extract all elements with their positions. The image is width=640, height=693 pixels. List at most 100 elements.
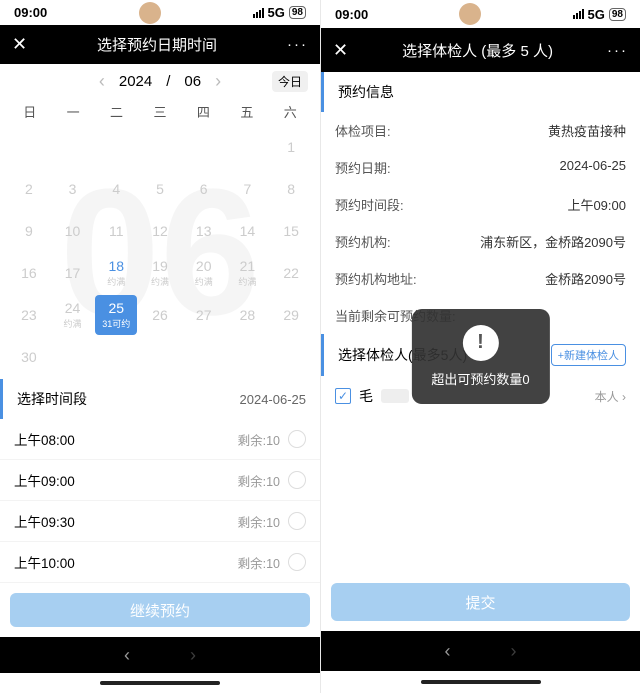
masked-name xyxy=(381,389,409,403)
timeslot-row[interactable]: 上午09:00剩余:10 xyxy=(0,460,320,501)
calendar-day[interactable]: 7 xyxy=(227,169,269,209)
calendar-day xyxy=(139,127,181,167)
home-indicator xyxy=(321,671,640,693)
status-time: 09:00 xyxy=(335,7,368,22)
more-icon[interactable]: ··· xyxy=(607,42,628,59)
radio-icon[interactable] xyxy=(288,471,306,489)
calendar-day[interactable]: 8 xyxy=(270,169,312,209)
toast-text: 超出可预约数量0 xyxy=(431,369,529,388)
calendar-day[interactable]: 13 xyxy=(183,211,225,251)
calendar-day xyxy=(183,127,225,167)
status-bar: 09:00 5G 98 xyxy=(0,0,320,25)
day-of-week-row: 日一二三四五六 xyxy=(0,98,320,125)
calendar-grid: 123456789101112131415161718约满19约满20约满21约… xyxy=(0,125,320,379)
header: ✕ 选择预约日期时间 ··· xyxy=(0,25,320,64)
calendar-day[interactable]: 14 xyxy=(227,211,269,251)
calendar-day[interactable]: 12 xyxy=(139,211,181,251)
info-section-header: 预约信息 xyxy=(321,72,640,112)
status-time: 09:00 xyxy=(14,5,47,20)
timeslot-list: 上午08:00剩余:10上午09:00剩余:10上午09:30剩余:10上午10… xyxy=(0,419,320,583)
calendar-day[interactable]: 6 xyxy=(183,169,225,209)
calendar-day[interactable]: 3 xyxy=(52,169,94,209)
calendar-month: 06 xyxy=(184,73,201,90)
phone-left: 09:00 5G 98 ✕ 选择预约日期时间 ··· ‹ 2024 / 06 ›… xyxy=(0,0,320,693)
network-label: 5G xyxy=(268,5,285,20)
radio-icon[interactable] xyxy=(288,430,306,448)
calendar-day[interactable]: 9 xyxy=(8,211,50,251)
calendar-day xyxy=(52,127,94,167)
checkbox-icon[interactable]: ✓ xyxy=(335,388,351,404)
toast: ! 超出可预约数量0 xyxy=(411,309,549,404)
more-icon[interactable]: ··· xyxy=(287,36,308,53)
nav-forward-icon[interactable]: › xyxy=(190,645,196,666)
header: ✕ 选择体检人 (最多 5 人) ··· xyxy=(321,28,640,72)
calendar-day[interactable]: 24约满 xyxy=(52,295,94,335)
home-indicator xyxy=(0,673,320,693)
status-avatar xyxy=(459,3,481,25)
calendar-day[interactable]: 30 xyxy=(8,337,50,377)
phone-right: 09:00 5G 98 ✕ 选择体检人 (最多 5 人) ··· 预约信息 体检… xyxy=(320,0,640,693)
timeslot-label: 选择时间段 xyxy=(17,389,87,409)
warning-icon: ! xyxy=(462,325,498,361)
continue-button[interactable]: 继续预约 xyxy=(10,593,310,627)
calendar-day[interactable]: 26 xyxy=(139,295,181,335)
prev-month-icon[interactable]: ‹ xyxy=(99,71,105,92)
calendar-day xyxy=(8,127,50,167)
calendar-day[interactable]: 2531可约 xyxy=(95,295,137,335)
nav-back-icon[interactable]: ‹ xyxy=(445,641,451,662)
calendar-day[interactable]: 22 xyxy=(270,253,312,293)
calendar-day[interactable]: 4 xyxy=(95,169,137,209)
calendar-day[interactable]: 2 xyxy=(8,169,50,209)
submit-button[interactable]: 提交 xyxy=(331,583,630,621)
calendar-day[interactable]: 29 xyxy=(270,295,312,335)
today-button[interactable]: 今日 xyxy=(272,71,308,92)
calendar-nav: ‹ 2024 / 06 › 今日 xyxy=(0,64,320,98)
person-name: 毛 xyxy=(359,386,373,406)
calendar-day xyxy=(95,127,137,167)
calendar-day[interactable]: 20约满 xyxy=(183,253,225,293)
self-label[interactable]: 本人 › xyxy=(595,388,626,405)
calendar-year: 2024 xyxy=(119,73,152,90)
timeslot-row[interactable]: 上午09:30剩余:10 xyxy=(0,501,320,542)
calendar-day[interactable]: 1 xyxy=(270,127,312,167)
nav-forward-icon[interactable]: › xyxy=(511,641,517,662)
radio-icon[interactable] xyxy=(288,553,306,571)
calendar-day[interactable]: 19约满 xyxy=(139,253,181,293)
timeslot-row[interactable]: 上午10:00剩余:10 xyxy=(0,542,320,583)
info-row: 体检项目:黄热疫苗接种 xyxy=(321,112,640,149)
add-person-button[interactable]: +新建体检人 xyxy=(551,344,626,366)
signal-icon xyxy=(573,9,584,19)
calendar-day[interactable]: 15 xyxy=(270,211,312,251)
info-row: 预约时间段:上午09:00 xyxy=(321,186,640,223)
timeslot-section: 选择时间段 2024-06-25 xyxy=(0,379,320,419)
calendar-day[interactable]: 27 xyxy=(183,295,225,335)
calendar-wrap: 06 123456789101112131415161718约满19约满20约满… xyxy=(0,125,320,379)
calendar-day[interactable]: 21约满 xyxy=(227,253,269,293)
calendar-day[interactable]: 11 xyxy=(95,211,137,251)
timeslot-date: 2024-06-25 xyxy=(240,392,307,407)
info-row: 预约机构地址:金桥路2090号 xyxy=(321,260,640,297)
calendar-day[interactable]: 18约满 xyxy=(95,253,137,293)
timeslot-row[interactable]: 上午08:00剩余:10 xyxy=(0,419,320,460)
calendar-day[interactable]: 5 xyxy=(139,169,181,209)
battery-pill: 98 xyxy=(289,6,306,19)
status-avatar xyxy=(139,2,161,24)
status-right: 5G 98 xyxy=(253,5,306,20)
calendar-day[interactable]: 28 xyxy=(227,295,269,335)
nav-back-icon[interactable]: ‹ xyxy=(124,645,130,666)
bottom-nav: ‹ › xyxy=(0,637,320,673)
calendar-day[interactable]: 10 xyxy=(52,211,94,251)
info-list: 体检项目:黄热疫苗接种预约日期:2024-06-25预约时间段:上午09:00预… xyxy=(321,112,640,334)
battery-pill: 98 xyxy=(609,8,626,21)
radio-icon[interactable] xyxy=(288,512,306,530)
info-row: 预约机构:浦东新区，金桥路2090号 xyxy=(321,223,640,260)
info-row: 预约日期:2024-06-25 xyxy=(321,149,640,186)
calendar-day xyxy=(227,127,269,167)
calendar-day[interactable]: 17 xyxy=(52,253,94,293)
next-month-icon[interactable]: › xyxy=(215,71,221,92)
close-icon[interactable]: ✕ xyxy=(333,40,348,61)
calendar-day[interactable]: 23 xyxy=(8,295,50,335)
calendar-day[interactable]: 16 xyxy=(8,253,50,293)
close-icon[interactable]: ✕ xyxy=(12,34,27,55)
status-bar: 09:00 5G 98 xyxy=(321,0,640,28)
